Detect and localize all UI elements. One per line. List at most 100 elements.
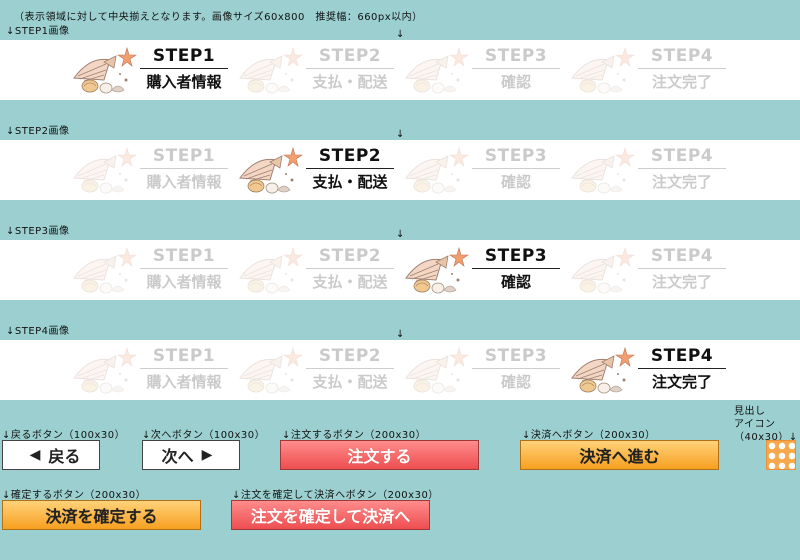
step-name: 注文完了 xyxy=(651,173,712,191)
step-name: 確認 xyxy=(500,373,531,391)
step-item-2: STEP2 支払・配送 xyxy=(236,340,401,400)
step-name: 購入者情報 xyxy=(146,273,222,291)
step-item-1: STEP1 購入者情報 xyxy=(70,140,235,200)
step-bar-step3: STEP1 購入者情報 STEP2 支払・配送 STEP3 確認 STEP4 注文完了 xyxy=(0,240,800,300)
pay-button-note: ↓決済へボタン（200x30） xyxy=(522,430,656,441)
arrow-left-icon: ◀ xyxy=(29,447,41,463)
confirm-pay-button-note: ↓確定するボタン（200x30） xyxy=(2,490,147,501)
step-item-2: STEP2 支払・配送 xyxy=(236,40,401,100)
seashell-icon xyxy=(239,246,303,294)
step-item-3: STEP3 確認 xyxy=(402,340,567,400)
step-divider xyxy=(306,368,394,369)
step-name: 注文完了 xyxy=(651,73,712,91)
step-divider xyxy=(140,168,228,169)
step-title: STEP3 xyxy=(484,246,548,266)
center-arrow: ↓ xyxy=(396,329,405,340)
step-title: STEP3 xyxy=(484,146,548,166)
step-item-3: STEP3 確認 xyxy=(402,40,567,100)
seashell-icon xyxy=(239,346,303,394)
step2-section-label: ↓STEP2画像 xyxy=(6,126,70,137)
pay-button-label: 決済へ進む xyxy=(579,447,660,466)
confirm-order-pay-button[interactable]: 注文を確定して決済へ xyxy=(231,500,430,530)
center-arrow: ↓ xyxy=(396,29,405,40)
step-item-1: STEP1 購入者情報 xyxy=(70,40,235,100)
back-button[interactable]: ◀ 戻る xyxy=(2,440,100,470)
seashell-icon xyxy=(405,246,469,294)
step-divider xyxy=(140,68,228,69)
next-button[interactable]: 次へ ▶ xyxy=(142,440,240,470)
confirm-order-pay-button-label: 注文を確定して決済へ xyxy=(250,507,411,526)
step-item-4: STEP4 注文完了 xyxy=(568,240,733,300)
confirm-order-pay-button-note: ↓注文を確定して決済へボタン（200x30） xyxy=(232,490,439,501)
step-item-3: STEP3 確認 xyxy=(402,140,567,200)
step-title: STEP3 xyxy=(484,46,548,66)
step-title: STEP4 xyxy=(650,146,714,166)
seashell-icon xyxy=(73,46,137,94)
step-divider xyxy=(140,268,228,269)
step3-section-label: ↓STEP3画像 xyxy=(6,226,70,237)
step-divider xyxy=(140,368,228,369)
seashell-icon xyxy=(405,46,469,94)
step-name: 確認 xyxy=(500,173,531,191)
seashell-icon xyxy=(571,346,635,394)
order-button[interactable]: 注文する xyxy=(280,440,479,470)
step-name: 購入者情報 xyxy=(146,73,222,91)
step-title: STEP1 xyxy=(152,346,216,366)
step-title: STEP1 xyxy=(152,246,216,266)
step-title: STEP3 xyxy=(484,346,548,366)
intro-note: （表示領域に対して中央揃えとなります。画像サイズ60x800 推奨幅：660px… xyxy=(14,12,423,23)
step1-section-label: ↓STEP1画像 xyxy=(6,26,70,37)
step-bar-step2: STEP1 購入者情報 STEP2 支払・配送 STEP3 確認 STEP4 注文完了 xyxy=(0,140,800,200)
step-name: 購入者情報 xyxy=(146,173,222,191)
step-bar-step4: STEP1 購入者情報 STEP2 支払・配送 STEP3 確認 STEP4 注文完了 xyxy=(0,340,800,400)
step-name: 支払・配送 xyxy=(312,373,388,391)
step-name: 支払・配送 xyxy=(312,73,388,91)
step-divider xyxy=(472,68,560,69)
step-item-4: STEP4 注文完了 xyxy=(568,340,733,400)
next-button-label: 次へ xyxy=(161,447,194,466)
seashell-icon xyxy=(73,346,137,394)
step-title: STEP2 xyxy=(318,346,382,366)
step-title: STEP2 xyxy=(318,146,382,166)
step-name: 注文完了 xyxy=(651,373,712,391)
step-bar-step1: STEP1 購入者情報 STEP2 支払・配送 STEP3 確認 STEP4 注文完了 xyxy=(0,40,800,100)
step-name: 注文完了 xyxy=(651,273,712,291)
step-divider xyxy=(472,268,560,269)
step-item-4: STEP4 注文完了 xyxy=(568,40,733,100)
step-name: 確認 xyxy=(500,273,531,291)
confirm-pay-button[interactable]: 決済を確定する xyxy=(2,500,201,530)
step-item-2: STEP2 支払・配送 xyxy=(236,140,401,200)
step-divider xyxy=(472,168,560,169)
step-item-1: STEP1 購入者情報 xyxy=(70,240,235,300)
step-divider xyxy=(306,68,394,69)
step-name: 購入者情報 xyxy=(146,373,222,391)
step-title: STEP4 xyxy=(650,246,714,266)
seashell-icon xyxy=(239,46,303,94)
step-title: STEP1 xyxy=(152,146,216,166)
order-button-note: ↓注文するボタン（200x30） xyxy=(282,430,427,441)
step-divider xyxy=(638,268,726,269)
back-button-label: 戻る xyxy=(48,447,81,466)
step-name: 支払・配送 xyxy=(312,173,388,191)
seashell-icon xyxy=(571,246,635,294)
center-arrow: ↓ xyxy=(396,129,405,140)
step-divider xyxy=(638,68,726,69)
seashell-icon xyxy=(405,146,469,194)
step-divider xyxy=(638,368,726,369)
step-divider xyxy=(306,168,394,169)
step-item-4: STEP4 注文完了 xyxy=(568,140,733,200)
step-item-1: STEP1 購入者情報 xyxy=(70,340,235,400)
step-divider xyxy=(472,368,560,369)
step-name: 支払・配送 xyxy=(312,273,388,291)
step4-section-label: ↓STEP4画像 xyxy=(6,326,70,337)
step-divider xyxy=(306,268,394,269)
seashell-icon xyxy=(405,346,469,394)
back-button-note: ↓戻るボタン（100x30） xyxy=(2,430,126,441)
step-item-2: STEP2 支払・配送 xyxy=(236,240,401,300)
seashell-icon xyxy=(239,146,303,194)
pay-button[interactable]: 決済へ進む xyxy=(520,440,719,470)
step-divider xyxy=(638,168,726,169)
heading-pattern-icon xyxy=(766,440,796,470)
seashell-icon xyxy=(571,146,635,194)
order-button-label: 注文する xyxy=(347,447,412,466)
